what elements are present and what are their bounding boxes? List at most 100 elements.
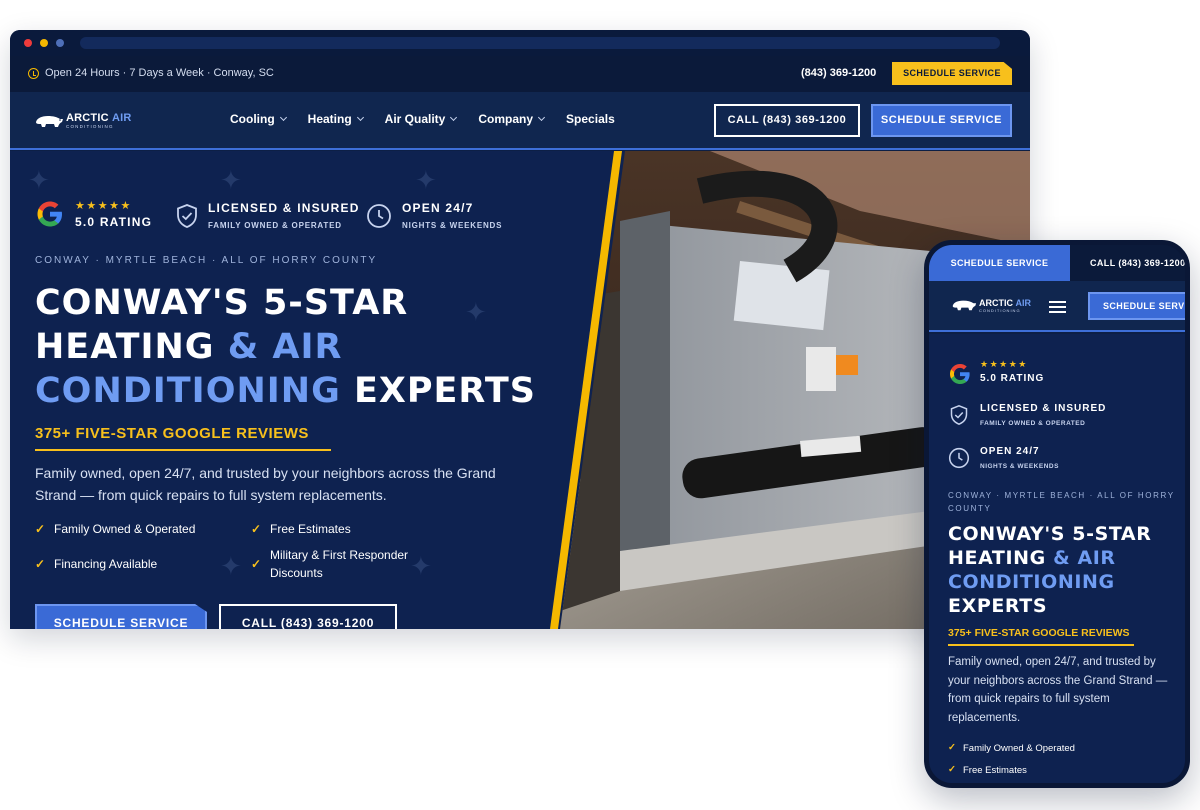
address-bar[interactable] [80, 37, 1000, 49]
hero-call-button[interactable]: CALL (843) 369-1200 [219, 604, 397, 629]
polar-bear-icon [952, 300, 977, 311]
check-icon: ✓ [251, 522, 262, 536]
nav-schedule-button[interactable]: SCHEDULE SERVICE [871, 104, 1012, 137]
mobile-top-call-link[interactable]: CALL (843) 369-1200 [1090, 245, 1185, 281]
hero-description: Family owned, open 24/7, and trusted by … [35, 465, 496, 503]
hours-text: Open 24 Hours · 7 Days a Week · Conway, … [45, 67, 274, 79]
nav-label: Specials [566, 112, 615, 126]
reviews-underline [35, 449, 331, 451]
service-area: CONWAY · MYRTLE BEACH · ALL OF HORRY COU… [948, 491, 1175, 513]
feature-item-line: Military & First Responder [270, 548, 409, 562]
sparkle-icon: ✦ [28, 165, 50, 195]
reviews-callout[interactable]: 375+ FIVE-STAR GOOGLE REVIEWS [948, 627, 1130, 639]
heading-line-1: CONWAY'S 5-STAR [948, 523, 1152, 545]
reviews-callout[interactable]: 375+ FIVE-STAR GOOGLE REVIEWS [35, 425, 309, 442]
rating-stars: ★★★★★ [75, 200, 132, 212]
rating-title: 5.0 RATING [75, 215, 153, 229]
open-title: OPEN 24/7 [980, 446, 1040, 457]
check-icon: ✓ [35, 522, 46, 536]
heading-line-2b: & AIR [1053, 547, 1116, 569]
check-icon: ✓ [251, 557, 262, 571]
rating-stars: ★★★★★ [980, 359, 1028, 369]
nav-item-air-quality[interactable]: Air Quality [384, 112, 458, 130]
hero-schedule-button[interactable]: SCHEDULE SERVICE [35, 604, 207, 629]
nav-item-company[interactable]: Company [478, 112, 546, 130]
heading-line-2a: HEATING [948, 547, 1054, 569]
sparkle-icon: ✦ [415, 165, 437, 195]
logo-wordmark: ARCTIC AIR [66, 112, 132, 124]
nav-label: Company [478, 112, 534, 126]
heading-line-2a: HEATING [35, 327, 228, 367]
check-icon: ✓ [35, 557, 46, 571]
mobile-hero-heading: CONWAY'S 5-STAR HEATING & AIR CONDITIONI… [948, 522, 1178, 618]
nav-item-heating[interactable]: Heating [307, 112, 364, 130]
clock-icon [367, 204, 391, 228]
hero-section: ✦ ✦ ✦ ✦ ✦ ✦ ★★★★★ 5.0 RATING LICENSED & … [10, 151, 1030, 629]
logo-brand-first: ARCTIC [66, 112, 109, 124]
nav-label: Heating [307, 112, 352, 126]
shield-check-icon [950, 405, 968, 425]
nav-label: Cooling [230, 112, 275, 126]
open-subtitle: NIGHTS & WEEKENDS [402, 221, 503, 230]
feature-item: Free Estimates [270, 522, 351, 536]
mobile-nav-schedule-button[interactable]: SCHEDULE SERVICE [1088, 292, 1185, 320]
mobile-nav: ARCTIC AIR CONDITIONING SCHEDULE SERVICE [929, 281, 1185, 332]
nav-item-specials[interactable]: Specials [566, 112, 615, 130]
licensed-title: LICENSED & INSURED [208, 201, 360, 215]
heading-line-3: CONDITIONING [948, 571, 1115, 593]
mobile-logo[interactable]: ARCTIC AIR CONDITIONING [951, 297, 1031, 315]
nav-menu: Cooling Heating Air Quality Company Spec… [230, 112, 615, 130]
logo-brand-second: AIR [112, 112, 132, 124]
window-maximize-dot[interactable] [56, 39, 64, 47]
check-icon: ✓ [948, 742, 956, 753]
reviews-underline [948, 644, 1134, 646]
heading-line-3b: EXPERTS [340, 371, 536, 411]
hamburger-menu-icon[interactable] [1049, 301, 1066, 313]
logo[interactable]: ARCTIC AIR CONDITIONING [34, 111, 134, 131]
shield-check-icon [177, 204, 197, 228]
browser-chrome [10, 30, 1030, 56]
polar-bear-icon [36, 116, 63, 127]
heading-line-3a: CONDITIONING [35, 371, 341, 411]
topbar-schedule-button[interactable]: SCHEDULE SERVICE [892, 62, 1012, 85]
logo-tagline: CONDITIONING [979, 308, 1021, 313]
window-minimize-dot[interactable] [40, 39, 48, 47]
feature-item: Free Estimates [963, 765, 1027, 776]
feature-item: Military & First Responder Discounts [270, 546, 408, 582]
google-icon [950, 364, 970, 384]
hero-heading: CONWAY'S 5-STAR HEATING & AIR CONDITIONI… [35, 281, 555, 413]
mobile-top-schedule-button[interactable]: SCHEDULE SERVICE [929, 245, 1070, 281]
feature-item: Financing Available [54, 557, 158, 571]
sparkle-icon: ✦ [220, 551, 242, 581]
chevron-down-icon [356, 113, 364, 122]
mobile-hero: ★★★★★ 5.0 RATING LICENSED & INSURED FAMI… [929, 334, 1185, 783]
mobile-device: SCHEDULE SERVICE CALL (843) 369-1200 ARC… [924, 240, 1190, 788]
google-icon [37, 201, 62, 227]
nav-label: Air Quality [384, 112, 446, 126]
licensed-subtitle: FAMILY OWNED & OPERATED [980, 420, 1086, 427]
sparkle-icon: ✦ [410, 551, 432, 581]
logo-brand-first: ARCTIC [979, 298, 1013, 308]
licensed-title: LICENSED & INSURED [980, 403, 1107, 414]
mobile-utility-bar: SCHEDULE SERVICE CALL (843) 369-1200 [929, 245, 1185, 281]
logo-wordmark: ARCTIC AIR [979, 298, 1031, 308]
window-close-dot[interactable] [24, 39, 32, 47]
logo-brand-second: AIR [1015, 298, 1032, 308]
topbar-phone-link[interactable]: (843) 369-1200 [801, 67, 876, 79]
logo-tagline: CONDITIONING [66, 124, 114, 129]
service-area: CONWAY · MYRTLE BEACH · ALL OF HORRY COU… [35, 255, 378, 266]
nav-call-button[interactable]: CALL (843) 369-1200 [714, 104, 860, 137]
sparkle-icon: ✦ [220, 165, 242, 195]
chevron-down-icon [279, 113, 287, 122]
mockup-stage: Open 24 Hours · 7 Days a Week · Conway, … [0, 0, 1200, 810]
chevron-down-icon [450, 113, 458, 122]
desktop-browser-window: Open 24 Hours · 7 Days a Week · Conway, … [10, 30, 1030, 629]
open-subtitle: NIGHTS & WEEKENDS [980, 463, 1059, 470]
open-title: OPEN 24/7 [402, 201, 474, 215]
nav-item-cooling[interactable]: Cooling [230, 112, 287, 130]
clock-icon [948, 447, 970, 469]
check-icon: ✓ [948, 764, 956, 775]
feature-item: Family Owned & Operated [963, 743, 1075, 754]
chevron-down-icon [538, 113, 546, 122]
mobile-hero-description: Family owned, open 24/7, and trusted by … [948, 656, 1168, 724]
